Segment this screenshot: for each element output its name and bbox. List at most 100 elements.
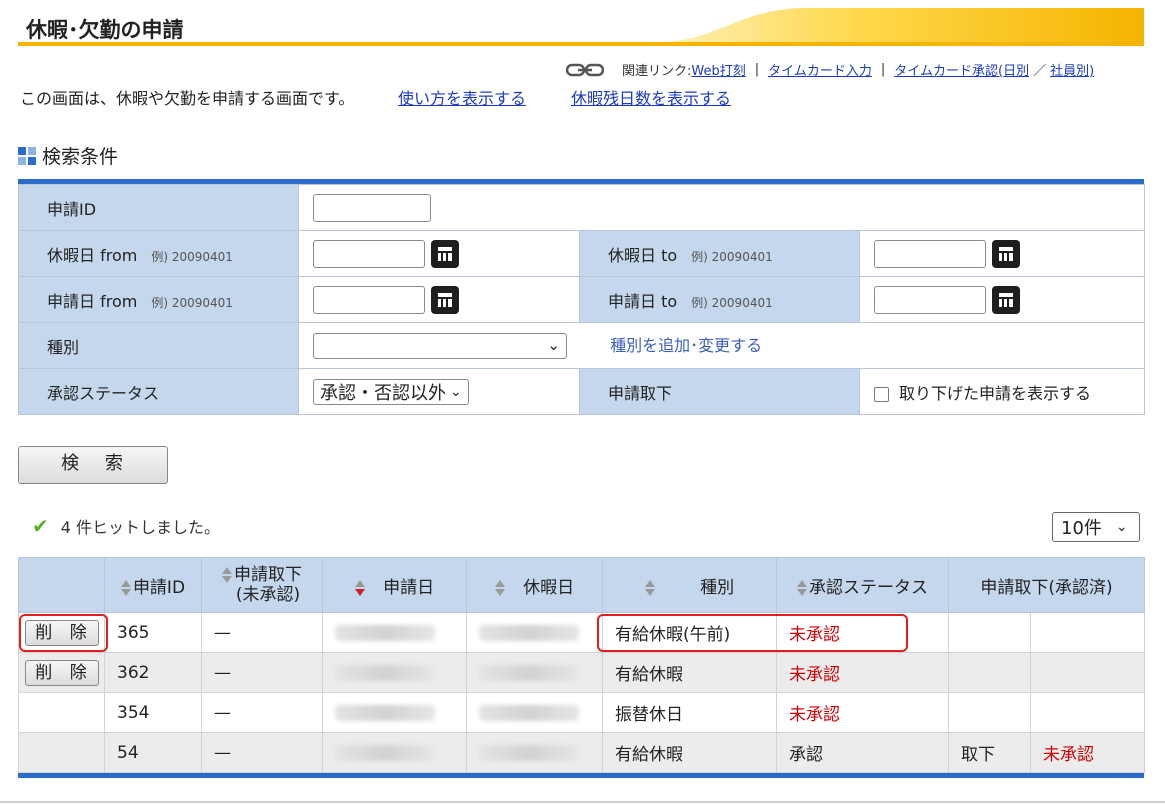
- table-row: 54 — 有給休暇 承認 取下 未承認: [18, 732, 1146, 773]
- example-text: 例) 20090401: [691, 249, 773, 264]
- calendar-icon[interactable]: [992, 285, 1020, 314]
- cell-withdraw-approved-status: [1029, 612, 1146, 653]
- cell-type: 振替休日: [602, 692, 777, 733]
- cell-withdraw-approved-status: [1029, 692, 1146, 733]
- cell-withdraw-approved: [948, 652, 1031, 693]
- table-row: 削 除 365 — 有給休暇(午前) 未承認: [18, 612, 1146, 653]
- cell-withdraw-approved: [948, 612, 1031, 653]
- type-select[interactable]: ⌄: [313, 333, 567, 360]
- status-select[interactable]: 承認・否認以外 ⌄: [313, 378, 469, 405]
- leave-to-input[interactable]: [874, 239, 986, 268]
- edit-type-link[interactable]: 種別を追加･変更する: [610, 336, 762, 355]
- request-from-input[interactable]: [313, 285, 425, 314]
- timecard-input-link[interactable]: タイムカード入力: [768, 60, 872, 79]
- form-row-request-id: 申請ID: [18, 184, 1146, 231]
- example-text: 例) 20090401: [151, 295, 233, 310]
- chevron-down-icon: ⌄: [450, 383, 462, 400]
- cell-withdraw: —: [201, 692, 323, 733]
- section-squares-icon: [18, 146, 36, 165]
- highlight-box: [19, 614, 108, 652]
- request-id-input[interactable]: [313, 193, 431, 222]
- header-withdraw-unapproved[interactable]: 申請取下 (未承認): [201, 557, 323, 613]
- label-request-id: 申請ID: [18, 184, 299, 231]
- table-bottom-border: [18, 773, 1144, 778]
- show-remaining-leave-link[interactable]: 休暇残日数を表示する: [571, 85, 731, 109]
- label-leave-from: 休暇日 from: [47, 245, 138, 265]
- form-row-status: 承認ステータス 承認・否認以外 ⌄ 申請取下 取り下げた申請を表示する: [18, 368, 1146, 415]
- sort-desc-icon: [354, 579, 365, 597]
- checkmark-icon: ✔: [32, 514, 49, 538]
- title-bar: 休暇･欠勤の申請: [18, 8, 1144, 46]
- label-request-from: 申請日 from: [47, 291, 138, 311]
- redacted-leave-date: [479, 704, 579, 721]
- hit-count: ✔ 4 件ヒットしました。: [32, 514, 220, 538]
- calendar-icon[interactable]: [992, 239, 1020, 268]
- label-withdraw: 申請取下: [579, 368, 860, 415]
- calendar-icon[interactable]: [431, 239, 459, 268]
- results-header-row: 申請ID 申請取下 (未承認) 申請日 休暇日 種別 承認ステータス 申請取下(承…: [18, 557, 1146, 613]
- label-status: 承認ステータス: [18, 368, 299, 415]
- cell-withdraw-approved-status: 未承認: [1029, 732, 1146, 773]
- header-type[interactable]: 種別: [602, 557, 777, 613]
- results-table: 申請ID 申請取下 (未承認) 申請日 休暇日 種別 承認ステータス 申請取下(承…: [18, 557, 1146, 773]
- search-button[interactable]: 検 索: [18, 446, 168, 484]
- header-request-id[interactable]: 申請ID: [104, 557, 202, 613]
- show-withdrawn-checkbox[interactable]: [874, 386, 889, 402]
- cell-request-id: 354: [104, 692, 202, 733]
- sort-icon: [120, 579, 131, 597]
- delete-button[interactable]: 削 除: [25, 659, 99, 686]
- leave-from-input[interactable]: [313, 239, 425, 268]
- search-section-heading: 検索条件: [18, 142, 118, 169]
- cell-status: 未承認: [776, 652, 949, 693]
- example-text: 例) 20090401: [151, 249, 233, 264]
- per-page-select[interactable]: 10件 ⌄: [1052, 512, 1140, 542]
- header-status[interactable]: 承認ステータス: [776, 557, 949, 613]
- cell-request-id: 362: [104, 652, 202, 693]
- sort-icon: [644, 579, 655, 597]
- cell-type: 有給休暇: [602, 652, 777, 693]
- related-links: 関連リンク: Web打刻 | タイムカード入力 | タイムカード承認(日別 ／ …: [566, 60, 1094, 79]
- show-help-link[interactable]: 使い方を表示する: [398, 85, 526, 109]
- label-type: 種別: [18, 322, 299, 369]
- timecard-approve-daily-link[interactable]: タイムカード承認(日別: [894, 60, 1029, 79]
- cell-withdraw: —: [201, 652, 323, 693]
- table-row: 354 — 振替休日 未承認: [18, 692, 1146, 733]
- link-chain-icon: [566, 63, 604, 76]
- redacted-leave-date: [479, 664, 579, 681]
- sort-icon: [494, 579, 505, 597]
- sort-icon: [797, 579, 807, 597]
- cell-status: 未承認: [776, 692, 949, 733]
- search-form: 申請ID 休暇日 from 例) 20090401 休暇日 to 例) 200904…: [18, 179, 1146, 415]
- web-punch-link[interactable]: Web打刻: [691, 60, 745, 79]
- hit-count-text: 4 件ヒットしました。: [60, 518, 221, 537]
- calendar-icon[interactable]: [431, 285, 459, 314]
- page-title: 休暇･欠勤の申請: [26, 18, 184, 42]
- separator: |: [880, 62, 886, 77]
- cell-withdraw-approved[interactable]: 取下: [948, 732, 1031, 773]
- per-page-value: 10件: [1061, 518, 1102, 539]
- header-withdraw-approved: 申請取下(承認済): [947, 557, 1146, 613]
- redacted-leave-date: [479, 744, 579, 761]
- cell-request-id: 365: [104, 612, 202, 653]
- related-links-label: 関連リンク:: [622, 64, 692, 79]
- header-leave-date[interactable]: 休暇日: [466, 557, 603, 613]
- form-row-request-date: 申請日 from 例) 20090401 申請日 to 例) 20090401: [18, 276, 1146, 323]
- separator: |: [754, 62, 760, 77]
- redacted-request-date: [335, 704, 435, 721]
- timecard-approve-employee-link[interactable]: 社員別): [1050, 60, 1094, 79]
- form-row-leave-date: 休暇日 from 例) 20090401 休暇日 to 例) 20090401: [18, 230, 1146, 277]
- show-withdrawn-label: 取り下げた申請を表示する: [899, 383, 1092, 403]
- sort-icon: [222, 566, 232, 584]
- request-to-input[interactable]: [874, 285, 986, 314]
- label-request-to: 申請日 to: [608, 291, 678, 311]
- cell-type: 有給休暇: [602, 732, 777, 773]
- cell-status: 承認: [776, 732, 949, 773]
- example-text: 例) 20090401: [691, 295, 773, 310]
- title-banner-graphic: [18, 8, 1144, 46]
- chevron-down-icon: ⌄: [547, 336, 560, 355]
- redacted-request-date: [335, 624, 435, 641]
- status-select-value: 承認・否認以外: [320, 382, 446, 404]
- slash: ／: [1033, 64, 1047, 79]
- redacted-request-date: [335, 744, 435, 761]
- header-request-date[interactable]: 申請日: [322, 557, 467, 613]
